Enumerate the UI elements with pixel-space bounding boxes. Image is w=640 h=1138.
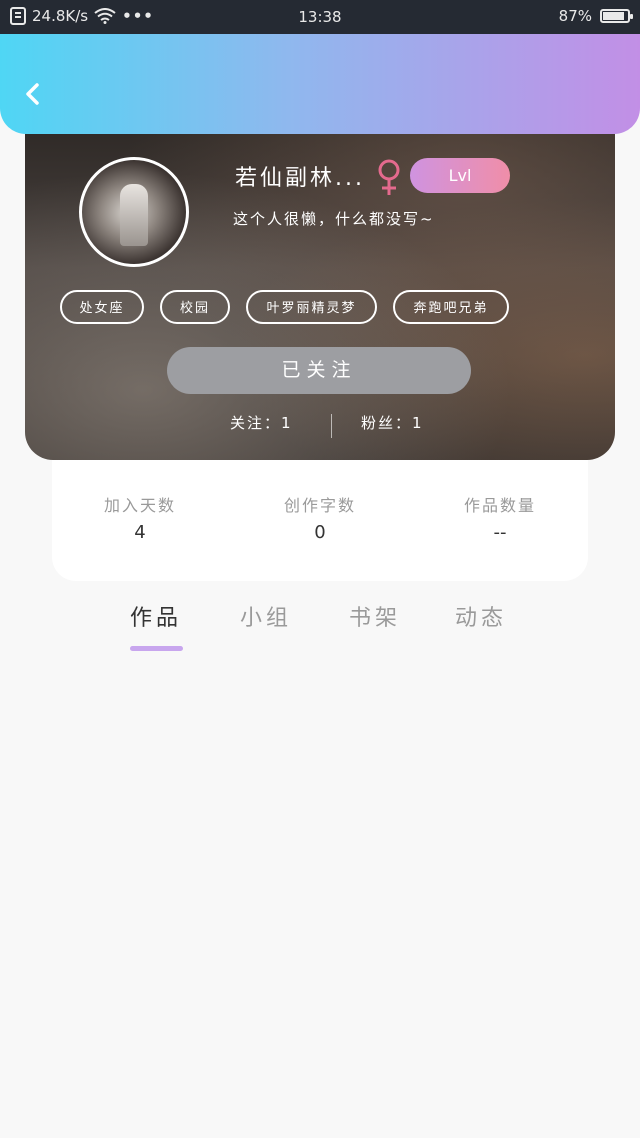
stat-works-count: 作品数量 -- xyxy=(420,492,580,543)
tab-activity[interactable]: 动态 xyxy=(455,600,507,632)
follow-button[interactable]: 已关注 xyxy=(167,347,471,394)
tab-bar: 作品 小组 书架 动态 xyxy=(0,600,640,660)
stat-word-count: 创作字数 0 xyxy=(240,492,400,543)
stats-panel: 加入天数 4 创作字数 0 作品数量 -- xyxy=(52,450,588,581)
avatar[interactable] xyxy=(79,157,189,267)
tag-chip[interactable]: 校园 xyxy=(160,290,230,324)
stat-value: -- xyxy=(493,522,507,543)
stat-value: 4 xyxy=(134,522,146,543)
tab-bookshelf[interactable]: 书架 xyxy=(349,600,401,632)
level-badge: Lvl xyxy=(410,158,510,193)
battery-percent: 87% xyxy=(558,7,592,25)
stat-value: 0 xyxy=(314,522,326,543)
fans-count[interactable]: 粉丝：1 xyxy=(361,412,424,433)
tab-groups[interactable]: 小组 xyxy=(240,600,292,632)
status-bar: 24.8K/s ••• 13:38 87% xyxy=(0,0,640,34)
female-icon xyxy=(378,159,400,195)
following-count[interactable]: 关注：1 xyxy=(230,412,293,433)
tag-chip[interactable]: 叶罗丽精灵梦 xyxy=(246,290,377,324)
tab-indicator xyxy=(130,646,183,651)
battery-icon xyxy=(600,9,633,23)
chevron-left-icon xyxy=(26,83,39,105)
count-divider xyxy=(331,414,332,438)
stat-label: 创作字数 xyxy=(283,496,356,515)
bio-text: 这个人很懒，什么都没写~ xyxy=(233,210,435,228)
tag-chip[interactable]: 处女座 xyxy=(60,290,144,324)
stat-label: 加入天数 xyxy=(103,496,176,515)
profile-card: 若仙副林... Lvl 这个人很懒，什么都没写~ 处女座 校园 叶罗丽精灵梦 奔… xyxy=(25,110,615,460)
clock: 13:38 xyxy=(298,8,342,26)
username: 若仙副林... xyxy=(235,166,365,191)
battery-fill xyxy=(603,12,624,20)
avatar-figure xyxy=(120,184,148,246)
tab-works[interactable]: 作品 xyxy=(130,600,182,632)
back-button[interactable] xyxy=(20,80,48,108)
stat-label: 作品数量 xyxy=(463,496,536,515)
header-bar xyxy=(0,34,640,134)
stat-join-days: 加入天数 4 xyxy=(60,492,220,543)
tag-chip[interactable]: 奔跑吧兄弟 xyxy=(393,290,509,324)
